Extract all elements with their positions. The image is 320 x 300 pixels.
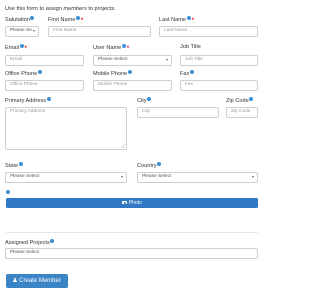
required-icon: * <box>126 46 130 52</box>
last-name-input[interactable]: Last Name <box>159 26 258 37</box>
country-select[interactable]: Please Select <box>137 172 258 183</box>
resize-handle[interactable] <box>121 144 125 148</box>
info-icon <box>147 97 152 101</box>
country-label: Country <box>137 162 162 170</box>
salutation-label: Salutation <box>5 16 35 24</box>
state-label: State <box>5 162 23 170</box>
required-icon: * <box>24 46 27 52</box>
state-select[interactable]: Please Select <box>5 172 127 183</box>
chevron-down-icon <box>33 30 35 33</box>
last-name-label: Last Name * <box>159 16 194 24</box>
email-label: Email * <box>5 44 27 52</box>
info-icon <box>30 16 35 20</box>
mobile-phone-label: Mobile Phone <box>93 70 132 78</box>
intro-text: Use this form to assign members to proje… <box>5 6 116 12</box>
photo-button[interactable]: Photo <box>6 198 258 208</box>
info-icon <box>186 16 191 20</box>
info-icon <box>37 70 42 74</box>
info-icon <box>46 97 51 101</box>
assigned-projects-select[interactable]: Please Select <box>5 248 258 259</box>
user-icon <box>13 278 18 283</box>
info-icon <box>5 190 10 194</box>
job-title-label: Job Title <box>180 44 201 50</box>
create-member-button[interactable]: Create Member <box>6 274 68 288</box>
fax-input[interactable]: Fax <box>180 80 258 91</box>
user-name-select[interactable]: Please Select <box>93 55 172 66</box>
required-icon: * <box>191 18 194 24</box>
salutation-select[interactable]: Please Se <box>5 26 39 37</box>
city-input[interactable]: City <box>137 107 219 118</box>
chevron-down-icon <box>166 59 168 62</box>
divider <box>6 232 258 233</box>
info-icon <box>127 70 132 74</box>
email-input[interactable]: Email <box>5 55 84 66</box>
zip-code-input[interactable]: Zip Code <box>226 107 258 118</box>
mobile-phone-input[interactable]: Mobile Phone <box>93 80 172 91</box>
first-name-label: First Name * <box>48 16 84 24</box>
city-label: City <box>137 97 152 105</box>
office-phone-input[interactable]: Office Phone <box>5 80 84 91</box>
photo-label <box>5 190 10 197</box>
chevron-down-icon <box>121 176 123 179</box>
primary-address-textarea[interactable]: Primary Address <box>5 107 127 150</box>
first-name-input[interactable]: First Name <box>48 26 151 37</box>
chevron-down-icon <box>252 176 254 179</box>
info-icon <box>157 162 162 166</box>
camera-icon <box>122 200 128 205</box>
primary-address-label: Primary Address <box>5 97 51 105</box>
user-name-label: User Name * <box>93 44 130 52</box>
info-icon <box>189 70 194 74</box>
info-icon <box>121 44 126 48</box>
office-phone-label: Office Phone <box>5 70 42 78</box>
assigned-projects-label: Assigned Projects <box>5 239 55 247</box>
job-title-input[interactable]: Job Title <box>180 55 258 66</box>
info-icon <box>75 16 80 20</box>
info-icon <box>249 97 254 101</box>
info-icon <box>18 162 23 166</box>
zip-code-label: Zip Code <box>226 97 254 105</box>
info-icon <box>50 239 55 243</box>
required-icon: * <box>80 18 84 24</box>
info-icon <box>19 44 24 48</box>
fax-label: Fax <box>180 70 194 78</box>
